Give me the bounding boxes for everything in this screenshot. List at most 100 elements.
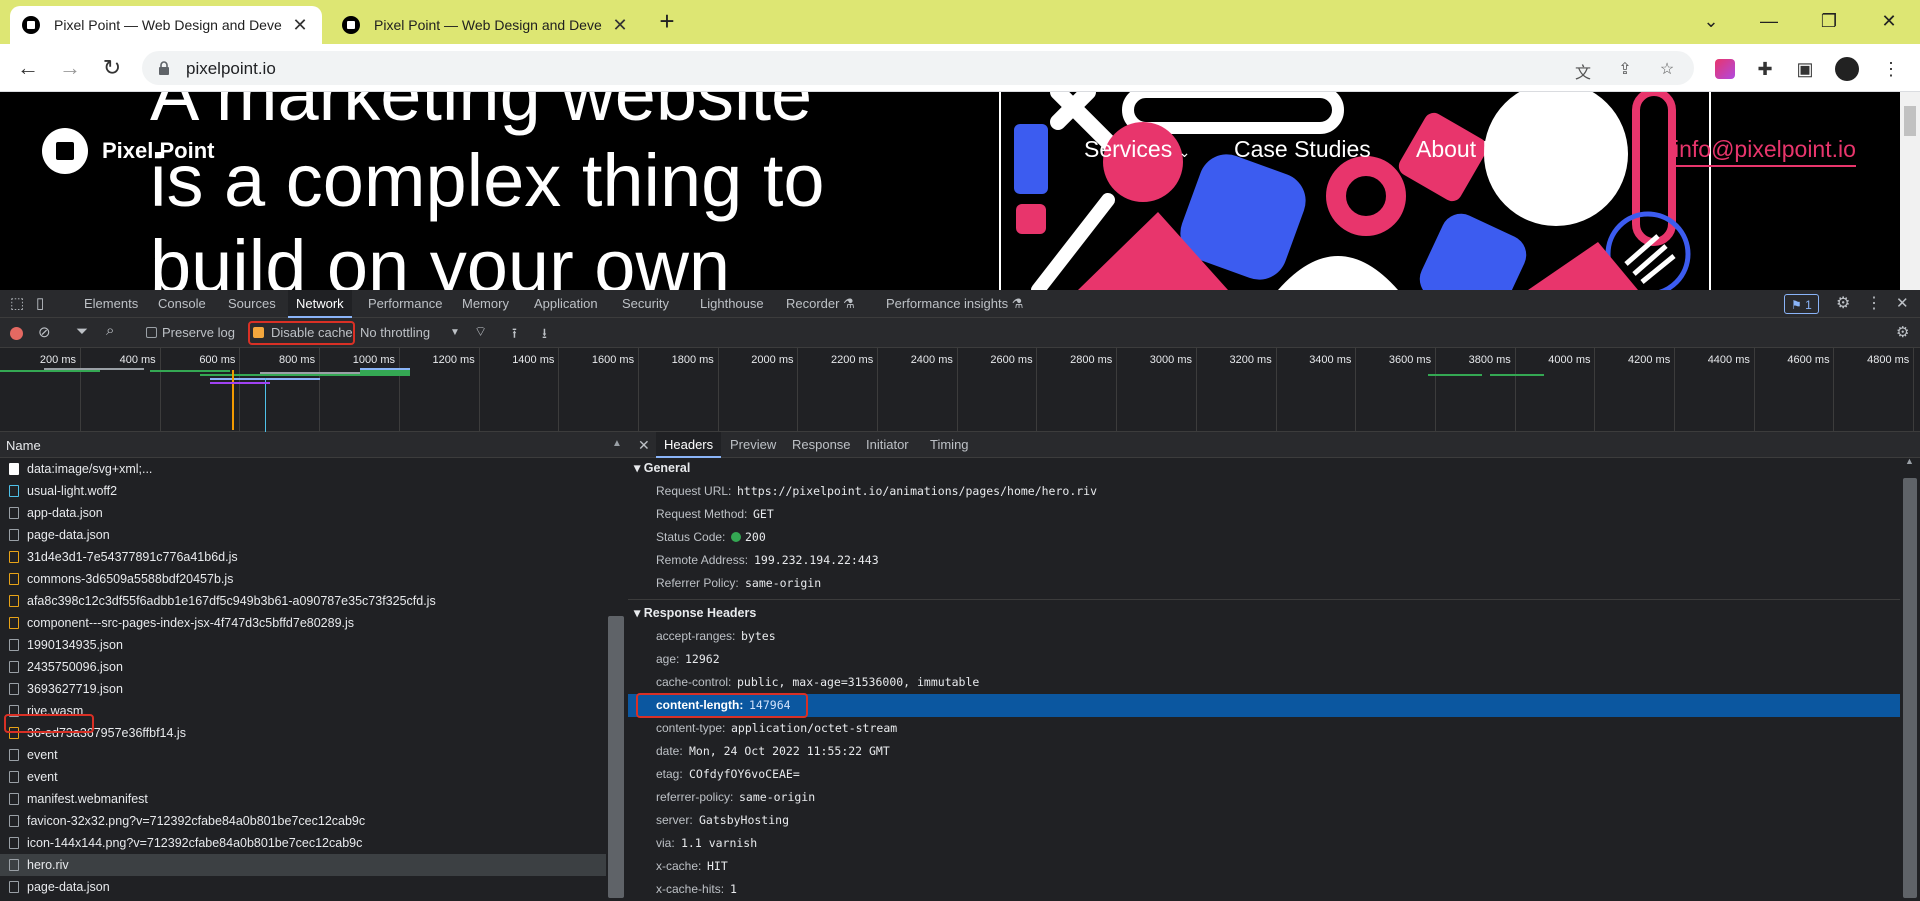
settings-gear-icon[interactable]: ⚙ bbox=[1836, 290, 1850, 318]
tab-sources[interactable]: Sources bbox=[228, 290, 276, 318]
request-row[interactable]: favicon-32x32.png?v=712392cfabe84a0b801b… bbox=[0, 810, 606, 832]
record-icon[interactable] bbox=[10, 327, 23, 340]
header-row[interactable]: via: 1.1 varnish bbox=[628, 832, 1900, 855]
page-scrollbar[interactable] bbox=[1900, 92, 1920, 290]
request-row[interactable]: component---src-pages-index-jsx-4f747d3c… bbox=[0, 612, 606, 634]
nav-services-link[interactable]: Services ⌄ bbox=[1084, 136, 1190, 163]
throttling-select[interactable]: No throttling bbox=[360, 325, 430, 340]
browser-tab-inactive[interactable]: Pixel Point — Web Design and Deve ✕ bbox=[330, 6, 642, 44]
tab-headers[interactable]: Headers bbox=[656, 432, 722, 458]
more-options-icon[interactable]: ⋮ bbox=[1866, 290, 1882, 318]
back-button[interactable]: ← bbox=[12, 52, 44, 84]
close-details-icon[interactable]: ✕ bbox=[638, 432, 650, 458]
header-row[interactable]: server: GatsbyHosting bbox=[628, 809, 1900, 832]
header-row[interactable]: content-length: 147964 bbox=[628, 694, 1900, 717]
header-row[interactable]: referrer-policy: same-origin bbox=[628, 786, 1900, 809]
request-row[interactable]: 31d4e3d1-7e54377891c776a41b6d.js bbox=[0, 546, 606, 568]
request-row[interactable]: app-data.json bbox=[0, 502, 606, 524]
request-row[interactable]: page-data.json bbox=[0, 876, 606, 898]
tab-security[interactable]: Security bbox=[622, 290, 669, 318]
forward-button[interactable]: → bbox=[54, 52, 86, 84]
request-row[interactable]: hero.riv bbox=[0, 854, 606, 876]
extension-gradient-icon[interactable] bbox=[1712, 56, 1738, 82]
header-row[interactable]: x-cache: HIT bbox=[628, 855, 1900, 878]
network-overview-timeline[interactable]: 200 ms 400 ms 600 ms 800 ms 1000 ms 1200 ms 14… bbox=[0, 348, 1920, 432]
header-row[interactable]: Referrer Policy: same-origin bbox=[628, 572, 1900, 595]
tab-elements[interactable]: Elements bbox=[84, 290, 138, 318]
header-row[interactable]: Remote Address: 199.232.194.22:443 bbox=[628, 549, 1900, 572]
preserve-log-checkbox[interactable] bbox=[146, 327, 157, 338]
header-row[interactable]: accept-ranges: bytes bbox=[628, 625, 1900, 648]
request-row[interactable]: usual-light.woff2 bbox=[0, 480, 606, 502]
header-row[interactable]: etag: COfdyfOY6voCEAE= bbox=[628, 763, 1900, 786]
scrollbar-thumb[interactable] bbox=[1903, 478, 1917, 898]
menu-kebab-icon[interactable]: ⋮ bbox=[1878, 56, 1904, 82]
inspect-element-icon[interactable]: ⬚ bbox=[10, 290, 24, 318]
name-column-header[interactable]: Name bbox=[6, 438, 41, 453]
header-row[interactable]: Status Code: 200 bbox=[628, 526, 1900, 549]
request-row[interactable]: 3693627719.json bbox=[0, 678, 606, 700]
scrollbar-thumb[interactable] bbox=[1904, 106, 1916, 136]
tab-search-chevron-icon[interactable]: ⌄ bbox=[1696, 6, 1726, 36]
tab-response[interactable]: Response bbox=[792, 432, 851, 458]
details-scrollbar[interactable]: ▲ bbox=[1900, 456, 1920, 898]
header-row[interactable]: date: Mon, 24 Oct 2022 11:55:22 GMT bbox=[628, 740, 1900, 763]
bookmark-star-icon[interactable]: ☆ bbox=[1656, 59, 1678, 79]
network-conditions-icon[interactable]: ⌔ bbox=[474, 323, 487, 341]
scrollbar-thumb[interactable] bbox=[608, 616, 624, 898]
translate-icon[interactable]: 文 bbox=[1572, 59, 1594, 82]
issues-badge[interactable]: ⚑ 1 bbox=[1784, 294, 1819, 314]
request-row[interactable]: page-data.json bbox=[0, 524, 606, 546]
request-list-scrollbar[interactable] bbox=[606, 458, 628, 898]
tab-console[interactable]: Console bbox=[158, 290, 206, 318]
nav-email-link[interactable]: info@pixelpoint.io bbox=[1674, 136, 1856, 167]
tab-recorder[interactable]: Recorder ⚗ bbox=[786, 290, 855, 318]
response-headers-section-header[interactable]: ▾ Response Headers bbox=[634, 605, 756, 620]
header-row[interactable]: age: 12962 bbox=[628, 648, 1900, 671]
tab-initiator[interactable]: Initiator bbox=[866, 432, 909, 458]
lock-icon[interactable] bbox=[158, 61, 170, 75]
import-har-icon[interactable]: ⭱ bbox=[512, 323, 517, 347]
tab-preview[interactable]: Preview bbox=[730, 432, 776, 458]
header-row[interactable]: cache-control: public, max-age=31536000, … bbox=[628, 671, 1900, 694]
close-tab-icon[interactable]: ✕ bbox=[610, 15, 630, 36]
tab-network[interactable]: Network bbox=[288, 290, 352, 318]
dropdown-arrow-icon[interactable]: ▼ bbox=[450, 327, 460, 338]
request-row[interactable]: afa8c398c12c3df55f6adbb1e167df5c949b3b61… bbox=[0, 590, 606, 612]
request-row[interactable]: event bbox=[0, 744, 606, 766]
header-row[interactable]: Request Method: GET bbox=[628, 503, 1900, 526]
nav-about-link[interactable]: About U bbox=[1416, 136, 1499, 163]
request-row[interactable]: manifest.webmanifest bbox=[0, 788, 606, 810]
profile-avatar-icon[interactable] bbox=[1834, 56, 1860, 82]
tab-performance[interactable]: Performance bbox=[368, 290, 442, 318]
request-row[interactable]: event bbox=[0, 766, 606, 788]
side-panel-icon[interactable]: ▣ bbox=[1792, 56, 1818, 82]
request-row[interactable]: 2435750096.json bbox=[0, 656, 606, 678]
minimize-button[interactable]: — bbox=[1754, 6, 1784, 36]
browser-tab-active[interactable]: Pixel Point — Web Design and Deve ✕ bbox=[10, 6, 322, 44]
clear-icon[interactable]: ⊘ bbox=[38, 323, 51, 341]
request-row[interactable]: 1990134935.json bbox=[0, 634, 606, 656]
export-har-icon[interactable]: ⭳ bbox=[542, 323, 547, 347]
sort-arrow-icon[interactable]: ▲ bbox=[612, 438, 622, 449]
tab-memory[interactable]: Memory bbox=[462, 290, 509, 318]
site-logo[interactable]: Pixel Point bbox=[42, 128, 214, 174]
network-settings-gear-icon[interactable]: ⚙ bbox=[1896, 323, 1909, 341]
request-row[interactable]: icon-144x144.png?v=712392cfabe84a0b801be… bbox=[0, 832, 606, 854]
address-bar[interactable]: pixelpoint.io 文 ⇪ ☆ bbox=[142, 51, 1694, 85]
scroll-up-icon[interactable]: ▲ bbox=[1905, 456, 1914, 466]
nav-case-studies-link[interactable]: Case Studies bbox=[1234, 136, 1371, 163]
close-devtools-icon[interactable]: ✕ bbox=[1896, 290, 1909, 318]
device-toolbar-icon[interactable]: ▯ bbox=[36, 290, 44, 318]
restore-button[interactable]: ❐ bbox=[1814, 6, 1844, 36]
filter-icon[interactable]: ⏷ bbox=[76, 323, 88, 340]
header-row[interactable]: content-type: application/octet-stream bbox=[628, 717, 1900, 740]
reload-button[interactable]: ↻ bbox=[96, 52, 128, 84]
share-icon[interactable]: ⇪ bbox=[1614, 59, 1636, 79]
new-tab-button[interactable]: + bbox=[652, 6, 682, 36]
tab-performance-insights[interactable]: Performance insights ⚗ bbox=[886, 290, 1023, 318]
extensions-puzzle-icon[interactable]: ✚ bbox=[1752, 56, 1778, 82]
tab-lighthouse[interactable]: Lighthouse bbox=[700, 290, 764, 318]
general-section-header[interactable]: ▾ General bbox=[634, 460, 690, 475]
close-window-button[interactable]: ✕ bbox=[1874, 6, 1904, 36]
